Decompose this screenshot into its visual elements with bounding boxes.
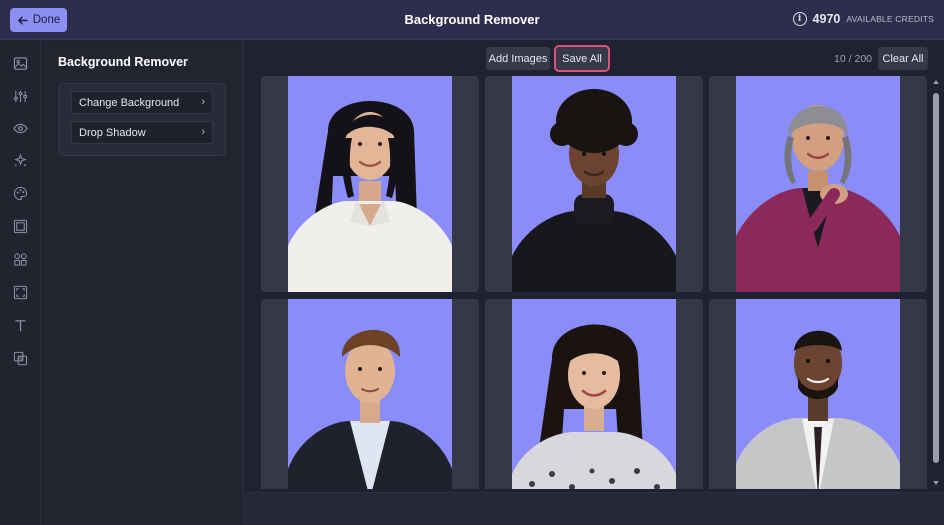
image-thumbnail [512, 299, 676, 489]
change-background-button[interactable]: Change Background › [71, 91, 213, 114]
adjustments-icon[interactable] [13, 89, 28, 104]
clear-all-button[interactable]: Clear All [878, 47, 928, 70]
info-icon[interactable]: i [792, 12, 807, 26]
crop-icon[interactable] [13, 285, 28, 300]
chevron-right-icon: › [201, 126, 205, 138]
image-card[interactable] [485, 299, 703, 489]
panel-title: Background Remover [58, 55, 188, 69]
tool-panel: Background Remover Change Background › D… [41, 41, 244, 525]
eye-icon[interactable] [13, 121, 28, 136]
image-grid [261, 76, 928, 489]
scroll-thumb[interactable] [933, 93, 939, 463]
sparkle-icon[interactable] [13, 153, 28, 168]
change-background-label: Change Background [79, 96, 180, 109]
portrait-woman-3 [736, 105, 900, 292]
layers-icon[interactable] [13, 351, 28, 366]
bottom-strip [245, 492, 944, 525]
palette-icon[interactable] [13, 186, 28, 201]
portrait-man-2 [736, 330, 900, 489]
drop-shadow-button[interactable]: Drop Shadow › [71, 121, 213, 144]
save-all-button[interactable]: Save All [554, 45, 610, 72]
text-icon[interactable] [13, 318, 28, 333]
image-card[interactable] [709, 299, 927, 489]
credits-display: i 4970 AVAILABLE CREDITS [792, 12, 934, 26]
frame-icon[interactable] [13, 219, 28, 234]
image-thumbnail [288, 76, 452, 292]
tool-rail [0, 41, 41, 525]
image-icon[interactable] [13, 56, 28, 71]
image-card[interactable] [485, 76, 703, 292]
portrait-woman-4 [512, 324, 676, 489]
options-box: Change Background › Drop Shadow › [58, 83, 226, 156]
image-count: 10 / 200 [834, 53, 872, 65]
scroll-down-arrow-icon[interactable] [933, 481, 939, 485]
drop-shadow-label: Drop Shadow [79, 126, 146, 139]
elements-icon[interactable] [13, 252, 28, 267]
portrait-man-1 [288, 329, 452, 489]
scroll-up-arrow-icon[interactable] [933, 80, 939, 84]
image-card[interactable] [261, 299, 479, 489]
image-card[interactable] [261, 76, 479, 292]
portrait-woman-2 [512, 89, 676, 292]
add-images-button[interactable]: Add Images [486, 47, 550, 70]
chevron-right-icon: › [201, 96, 205, 108]
top-bar: Done Background Remover i 4970 AVAILABLE… [0, 0, 944, 40]
credits-value: 4970 [812, 12, 841, 26]
portrait-woman-1 [288, 101, 452, 292]
main-area: Add Images Save All 10 / 200 Clear All [245, 41, 944, 525]
credits-label: AVAILABLE CREDITS [846, 14, 934, 24]
image-card[interactable] [709, 76, 927, 292]
image-thumbnail [736, 76, 900, 292]
image-thumbnail [512, 76, 676, 292]
image-thumbnail [736, 299, 900, 489]
image-thumbnail [288, 299, 452, 489]
vertical-scrollbar[interactable] [931, 76, 942, 489]
